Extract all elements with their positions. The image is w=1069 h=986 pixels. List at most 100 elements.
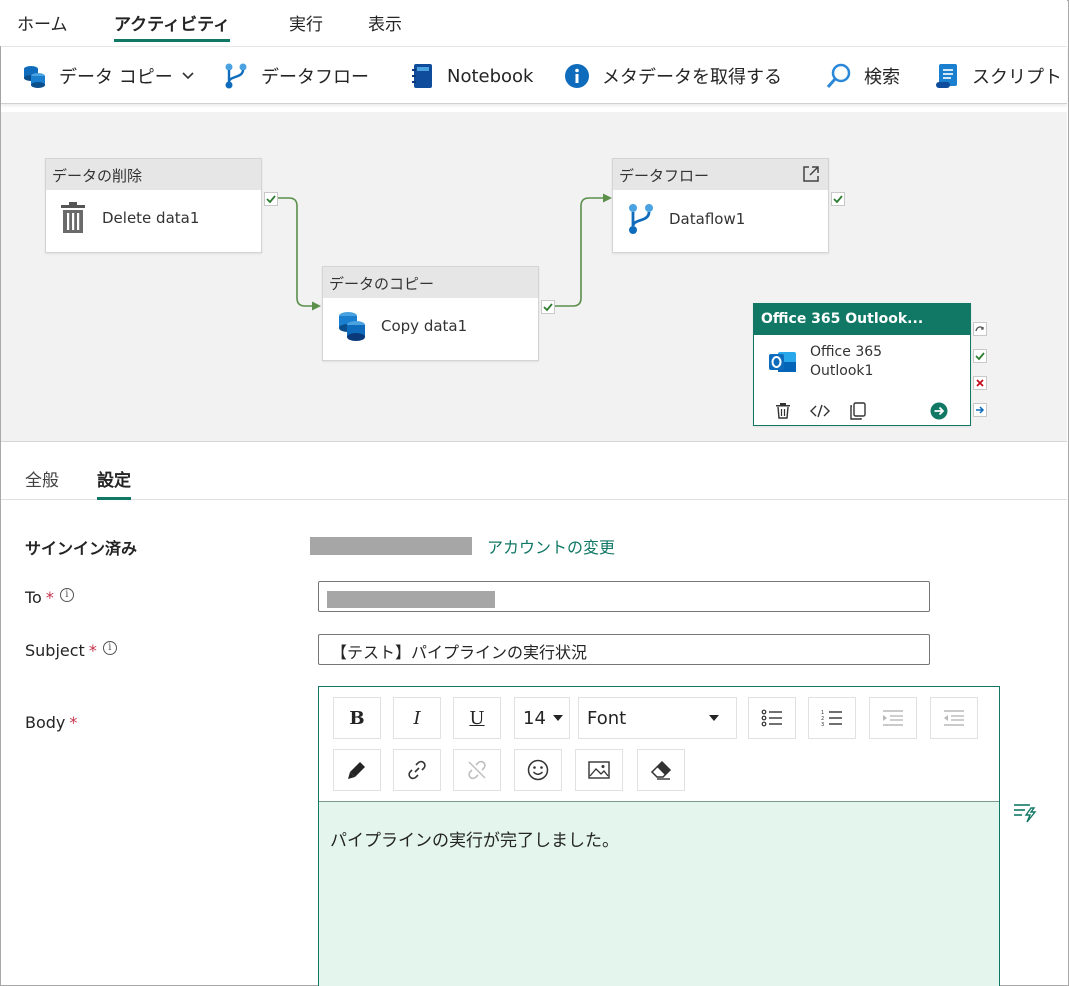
activity-copy-data[interactable]: データのコピー Copy data1 xyxy=(322,266,539,361)
notebook-label: Notebook xyxy=(447,65,534,87)
activity-dataflow[interactable]: データフロー Dataflow1 xyxy=(612,158,829,253)
eraser-icon xyxy=(650,760,672,780)
search-label: 検索 xyxy=(864,67,900,88)
activity-dataflow-head: データフロー xyxy=(613,159,828,190)
dynamic-content-icon[interactable] xyxy=(1013,800,1037,824)
activity-outlook-name-line2: Outlook1 xyxy=(810,363,874,379)
tab-general[interactable]: 全般 xyxy=(25,466,59,500)
activity-delete-name: Delete data1 xyxy=(102,209,200,227)
script-icon xyxy=(936,64,957,88)
activity-delete-head: データの削除 xyxy=(46,159,261,190)
activity-delete-data[interactable]: データの削除 Delete data1 xyxy=(45,158,262,253)
outlook-success-check-icon[interactable] xyxy=(973,349,987,363)
clear-formatting-button[interactable] xyxy=(637,749,685,791)
activity-copy-name: Copy data1 xyxy=(381,317,468,335)
outdent-icon xyxy=(944,710,964,726)
notebook-icon xyxy=(412,64,432,88)
chevron-down-icon[interactable] xyxy=(181,71,195,81)
text-color-button[interactable] xyxy=(333,749,381,791)
bulleted-list-button[interactable] xyxy=(748,697,796,739)
remove-link-button[interactable] xyxy=(453,749,501,791)
info-icon xyxy=(565,64,589,88)
font-family-dropdown[interactable]: Font xyxy=(578,697,737,739)
unlink-icon xyxy=(468,760,486,780)
script-label: スクリプト xyxy=(972,67,1062,88)
tab-run[interactable]: 実行 xyxy=(289,10,323,42)
copy-activity-icon[interactable] xyxy=(849,402,867,420)
search-button[interactable]: 検索 xyxy=(826,47,900,105)
activity-outlook-name-line1: Office 365 xyxy=(810,344,883,360)
body-label: Body * xyxy=(25,713,77,732)
italic-button[interactable]: I xyxy=(393,697,441,739)
underline-button[interactable]: U xyxy=(453,697,501,739)
bulleted-list-icon xyxy=(761,709,782,727)
svg-text:3: 3 xyxy=(821,722,824,727)
indent-button[interactable] xyxy=(869,697,917,739)
dataflow-success-check-icon[interactable] xyxy=(831,192,845,206)
text-color-pen-icon xyxy=(348,762,365,779)
required-marker: * xyxy=(69,713,78,732)
tab-home[interactable]: ホーム xyxy=(17,10,68,42)
numbered-list-button[interactable]: 1 2 3 xyxy=(808,697,856,739)
dataflow-icon xyxy=(225,63,247,89)
copy-data-icon xyxy=(339,312,365,341)
insert-image-button[interactable] xyxy=(575,749,623,791)
outlook-icon xyxy=(769,352,796,372)
activity-copy-head: データのコピー xyxy=(323,267,538,298)
tab-view[interactable]: 表示 xyxy=(368,10,402,42)
image-icon xyxy=(588,761,610,779)
signed-in-account-redacted xyxy=(310,537,472,555)
to-label: To * i xyxy=(25,588,74,607)
info-icon[interactable]: i xyxy=(102,641,117,655)
outlook-fail-x-icon[interactable] xyxy=(973,376,987,390)
top-tab-bar: ホーム アクティビティ 実行 表示 xyxy=(0,0,1067,46)
code-view-icon[interactable] xyxy=(810,402,830,420)
tab-settings[interactable]: 設定 xyxy=(97,466,131,500)
dataflow-label: データフロー xyxy=(261,67,369,88)
body-text-area[interactable]: パイプラインの実行が完了しました。 xyxy=(319,801,999,986)
to-label-text: To xyxy=(25,588,42,607)
dataflow-icon xyxy=(629,204,653,234)
pipeline-canvas[interactable]: データの削除 Delete data1 データのコピー Copy data1 デ… xyxy=(1,112,1067,442)
subject-input[interactable]: 【テスト】パイプラインの実行状況 xyxy=(318,634,930,665)
signed-in-label: サインイン済み xyxy=(25,539,138,558)
body-label-text: Body xyxy=(25,713,66,732)
go-arrow-icon[interactable] xyxy=(930,402,948,420)
get-metadata-label: メタデータを取得する xyxy=(602,67,782,88)
outlook-skip-icon[interactable] xyxy=(973,322,987,336)
copy-data-button[interactable]: データ コピー xyxy=(21,47,195,105)
font-size-dropdown[interactable]: 14 xyxy=(514,697,570,739)
tab-activities[interactable]: アクティビティ xyxy=(114,10,231,42)
activity-outlook[interactable]: Office 365 Outlook... Office 365 Outlook… xyxy=(753,303,971,426)
copy-success-check-icon[interactable] xyxy=(541,300,555,314)
bold-button[interactable]: B xyxy=(333,697,381,739)
delete-activity-icon[interactable] xyxy=(774,402,792,420)
notebook-button[interactable]: Notebook xyxy=(411,47,533,105)
emoji-button[interactable] xyxy=(514,749,562,791)
delete-success-check-icon[interactable] xyxy=(264,192,278,206)
activity-dataflow-name: Dataflow1 xyxy=(669,210,746,228)
subject-label: Subject * i xyxy=(25,641,117,660)
to-input[interactable] xyxy=(318,581,930,612)
insert-link-button[interactable] xyxy=(393,749,441,791)
dataflow-button[interactable]: データフロー xyxy=(223,47,369,105)
activity-dataflow-title: データフロー xyxy=(619,167,710,185)
font-family-value: Font xyxy=(587,707,627,729)
numbered-list-icon: 1 2 3 xyxy=(821,710,842,727)
script-button[interactable]: スクリプト xyxy=(934,47,1062,105)
activity-outlook-head: Office 365 Outlook... xyxy=(754,304,970,335)
activity-toolbar: データ コピー データフロー Notebook メタデータを取得する 検索 スク… xyxy=(1,46,1067,104)
copy-data-label: データ コピー xyxy=(59,67,173,88)
outdent-button[interactable] xyxy=(930,697,978,739)
settings-tab-bar: 全般 設定 xyxy=(1,446,1067,500)
font-size-value: 14 xyxy=(523,707,546,729)
copy-data-icon xyxy=(24,66,45,88)
change-account-link[interactable]: アカウントの変更 xyxy=(487,534,615,558)
info-icon[interactable]: i xyxy=(59,588,74,602)
outlook-completion-arrow-icon[interactable] xyxy=(973,403,987,417)
indent-icon xyxy=(883,710,903,726)
caret-down-icon xyxy=(709,715,719,721)
required-marker: * xyxy=(88,641,97,660)
open-external-icon[interactable] xyxy=(802,165,820,183)
get-metadata-button[interactable]: メタデータを取得する xyxy=(564,47,782,105)
